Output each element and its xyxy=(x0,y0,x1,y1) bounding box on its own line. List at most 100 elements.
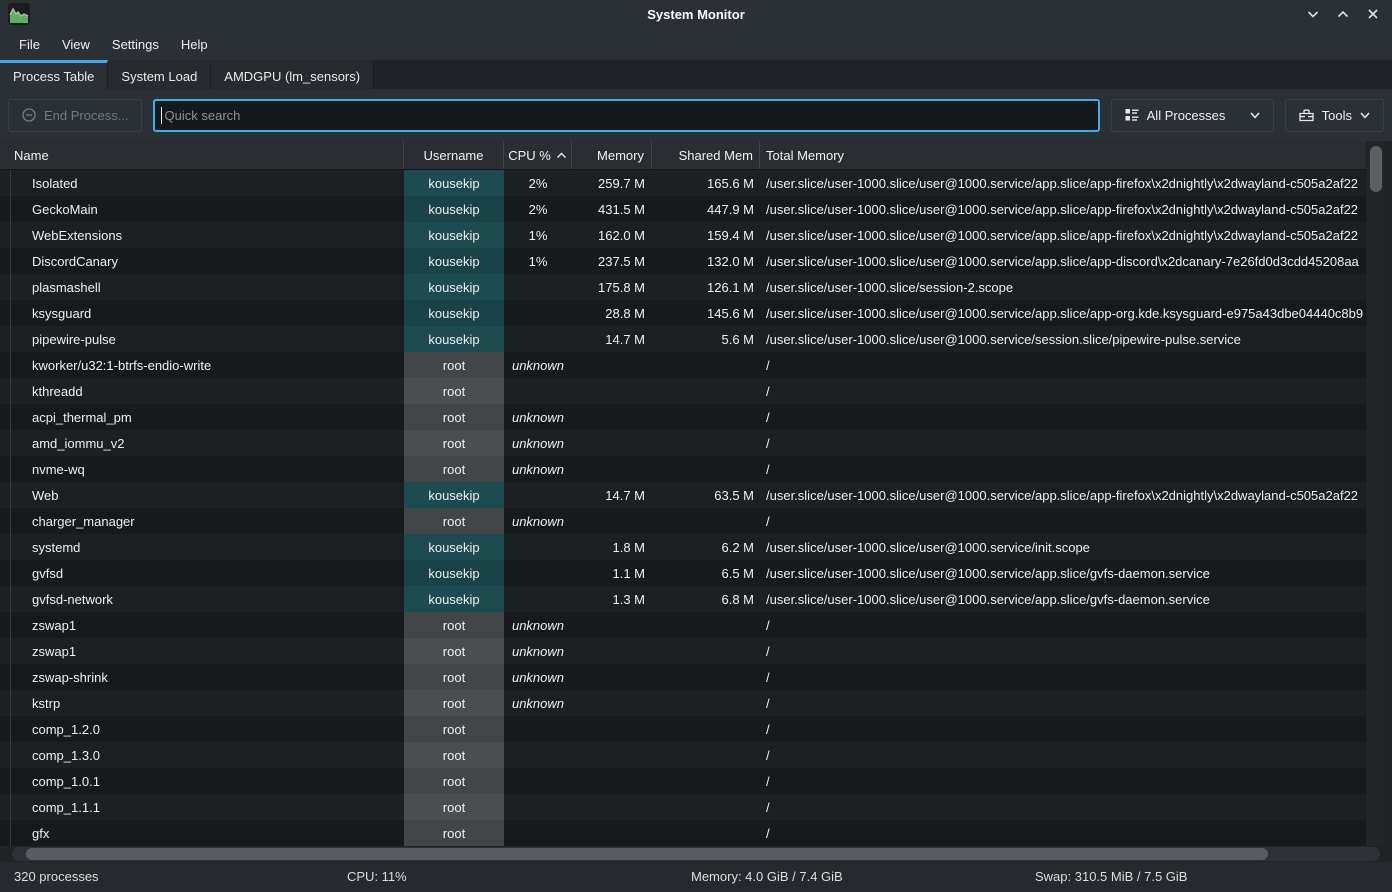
process-cpu-cell: unknown xyxy=(504,638,572,664)
process-row[interactable]: nvme-wq root unknown / xyxy=(0,456,1392,482)
process-row[interactable]: WebExtensions kousekip 1% 162.0 M 159.4 … xyxy=(0,222,1392,248)
process-row[interactable]: pipewire-pulse kousekip 14.7 M 5.6 M /us… xyxy=(0,326,1392,352)
end-process-button[interactable]: End Process... xyxy=(8,99,142,132)
process-name-cell: kthreadd xyxy=(0,378,404,404)
vertical-scrollbar-thumb[interactable] xyxy=(1370,146,1382,192)
process-row[interactable]: zswap1 root unknown / xyxy=(0,612,1392,638)
menu-item-view[interactable]: View xyxy=(51,31,101,58)
process-row[interactable]: zswap1 root unknown / xyxy=(0,638,1392,664)
process-total-memory-cell: / xyxy=(760,612,1392,638)
process-shared-mem-cell xyxy=(652,794,760,820)
process-total-memory-cell: / xyxy=(760,716,1392,742)
process-row[interactable]: gvfsd kousekip 1.1 M 6.5 M /user.slice/u… xyxy=(0,560,1392,586)
process-shared-mem-cell xyxy=(652,742,760,768)
process-row[interactable]: systemd kousekip 1.8 M 6.2 M /user.slice… xyxy=(0,534,1392,560)
process-cpu-cell xyxy=(504,326,572,352)
horizontal-scrollbar-track[interactable] xyxy=(12,847,1380,861)
process-row[interactable]: zswap-shrink root unknown / xyxy=(0,664,1392,690)
column-header-memory[interactable]: Memory xyxy=(572,141,652,169)
column-header-cpu[interactable]: CPU % xyxy=(504,141,572,169)
process-username-cell: root xyxy=(404,612,504,638)
process-row[interactable]: plasmashell kousekip 175.8 M 126.1 M /us… xyxy=(0,274,1392,300)
horizontal-scrollbar-thumb[interactable] xyxy=(26,848,1268,860)
process-shared-mem-cell xyxy=(652,378,760,404)
process-row[interactable]: comp_1.2.0 root / xyxy=(0,716,1392,742)
process-cpu-cell: 1% xyxy=(504,248,572,274)
process-username-cell: root xyxy=(404,768,504,794)
process-row[interactable]: gfx root / xyxy=(0,820,1392,846)
process-cpu-cell xyxy=(504,274,572,300)
process-total-memory-cell: / xyxy=(760,456,1392,482)
process-username-cell: root xyxy=(404,794,504,820)
process-cpu-cell xyxy=(504,794,572,820)
process-shared-mem-cell: 447.9 M xyxy=(652,196,760,222)
process-shared-mem-cell xyxy=(652,456,760,482)
process-table: Name Username CPU % Memory Shared Mem To… xyxy=(0,141,1392,846)
process-memory-cell: 431.5 M xyxy=(572,196,652,222)
minimize-icon[interactable] xyxy=(1306,7,1320,21)
search-input[interactable] xyxy=(153,99,1100,132)
process-cpu-cell: unknown xyxy=(504,690,572,716)
process-cpu-cell xyxy=(504,586,572,612)
process-row[interactable]: ksysguard kousekip 28.8 M 145.6 M /user.… xyxy=(0,300,1392,326)
process-filter-dropdown[interactable]: All Processes xyxy=(1111,99,1274,132)
maximize-icon[interactable] xyxy=(1336,7,1350,21)
vertical-scrollbar[interactable] xyxy=(1366,141,1385,846)
process-username-cell: root xyxy=(404,378,504,404)
process-memory-cell: 162.0 M xyxy=(572,222,652,248)
column-header-shared-mem[interactable]: Shared Mem xyxy=(652,141,760,169)
process-row[interactable]: comp_1.3.0 root / xyxy=(0,742,1392,768)
process-name-cell: kworker/u32:1-btrfs-endio-write xyxy=(0,352,404,378)
window-titlebar: System Monitor xyxy=(0,0,1392,28)
process-row[interactable]: acpi_thermal_pm root unknown / xyxy=(0,404,1392,430)
process-row[interactable]: comp_1.1.1 root / xyxy=(0,794,1392,820)
process-username-cell: kousekip xyxy=(404,248,504,274)
tools-button[interactable]: Tools xyxy=(1285,99,1384,132)
process-name-cell: WebExtensions xyxy=(0,222,404,248)
process-cpu-cell xyxy=(504,716,572,742)
tab-process-table[interactable]: Process Table xyxy=(0,60,108,89)
close-icon[interactable] xyxy=(1366,7,1380,21)
process-row[interactable]: GeckoMain kousekip 2% 431.5 M 447.9 M /u… xyxy=(0,196,1392,222)
process-name-cell: comp_1.2.0 xyxy=(0,716,404,742)
process-username-cell: kousekip xyxy=(404,300,504,326)
process-total-memory-cell: /user.slice/user-1000.slice/user@1000.se… xyxy=(760,326,1392,352)
column-header-name[interactable]: Name xyxy=(0,141,404,169)
process-row[interactable]: kworker/u32:1-btrfs-endio-write root unk… xyxy=(0,352,1392,378)
process-total-memory-cell: /user.slice/user-1000.slice/session-2.sc… xyxy=(760,274,1392,300)
process-row[interactable]: kthreadd root / xyxy=(0,378,1392,404)
process-row[interactable]: kstrp root unknown / xyxy=(0,690,1392,716)
menu-item-help[interactable]: Help xyxy=(170,31,219,58)
process-shared-mem-cell: 132.0 M xyxy=(652,248,760,274)
process-row[interactable]: Web kousekip 14.7 M 63.5 M /user.slice/u… xyxy=(0,482,1392,508)
process-memory-cell xyxy=(572,664,652,690)
process-cpu-cell xyxy=(504,482,572,508)
process-total-memory-cell: /user.slice/user-1000.slice/user@1000.se… xyxy=(760,482,1392,508)
process-shared-mem-cell: 145.6 M xyxy=(652,300,760,326)
tab-system-load[interactable]: System Load xyxy=(108,60,211,89)
toolbox-icon xyxy=(1298,107,1315,123)
process-row[interactable]: amd_iommu_v2 root unknown / xyxy=(0,430,1392,456)
process-shared-mem-cell: 63.5 M xyxy=(652,482,760,508)
menu-item-file[interactable]: File xyxy=(8,31,51,58)
process-username-cell: root xyxy=(404,690,504,716)
process-username-cell: root xyxy=(404,508,504,534)
column-header-total-memory[interactable]: Total Memory xyxy=(760,141,1392,169)
tab-amdgpu-lm-sensors[interactable]: AMDGPU (lm_sensors) xyxy=(211,60,374,89)
cpu-usage: CPU: 11% xyxy=(347,869,407,884)
process-total-memory-cell: /user.slice/user-1000.slice/user@1000.se… xyxy=(760,534,1392,560)
search-field-wrap xyxy=(153,99,1100,132)
horizontal-scrollbar[interactable] xyxy=(0,846,1392,862)
column-header-username[interactable]: Username xyxy=(404,141,504,169)
process-memory-cell: 1.1 M xyxy=(572,560,652,586)
menu-item-settings[interactable]: Settings xyxy=(101,31,170,58)
process-row[interactable]: comp_1.0.1 root / xyxy=(0,768,1392,794)
process-row[interactable]: gvfsd-network kousekip 1.3 M 6.8 M /user… xyxy=(0,586,1392,612)
process-total-memory-cell: / xyxy=(760,430,1392,456)
process-row[interactable]: Isolated kousekip 2% 259.7 M 165.6 M /us… xyxy=(0,170,1392,196)
process-name-cell: kstrp xyxy=(0,690,404,716)
process-username-cell: kousekip xyxy=(404,274,504,300)
process-username-cell: kousekip xyxy=(404,586,504,612)
process-row[interactable]: charger_manager root unknown / xyxy=(0,508,1392,534)
process-row[interactable]: DiscordCanary kousekip 1% 237.5 M 132.0 … xyxy=(0,248,1392,274)
